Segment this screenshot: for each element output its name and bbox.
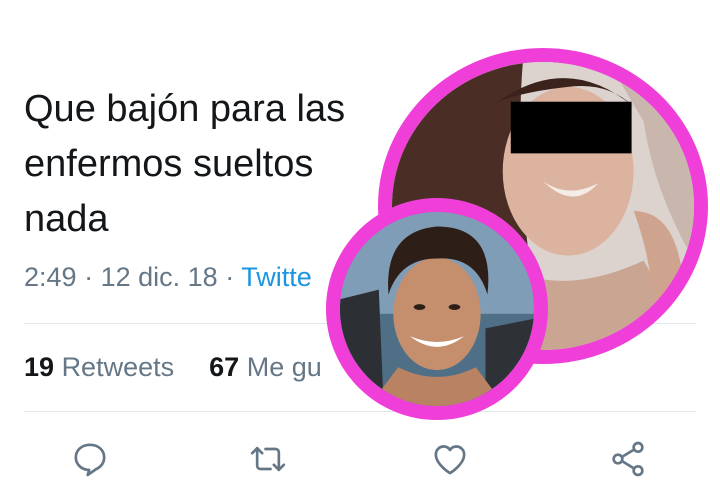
tweet-meta: 2:49 · 12 dic. 18 · Twitte — [24, 262, 312, 293]
tweet-text-line: nada — [24, 198, 109, 240]
tweet-text: Que bajón para las enfermos sueltos nada — [24, 82, 404, 247]
tweet-source-link[interactable]: Twitte — [241, 262, 312, 292]
man-photo-image — [340, 212, 534, 406]
share-button[interactable] — [606, 437, 650, 481]
retweets-count: 19 — [24, 352, 55, 382]
retweet-icon — [250, 446, 286, 472]
meta-separator: · — [84, 262, 101, 292]
retweets-stat[interactable]: 19 Retweets — [24, 352, 182, 382]
retweets-label: Retweets — [61, 352, 175, 382]
reply-button[interactable] — [68, 437, 112, 481]
share-icon — [612, 441, 644, 477]
retweet-button[interactable] — [246, 437, 290, 481]
tweet-date: 12 dic. 18 — [100, 262, 218, 292]
like-button[interactable] — [428, 437, 472, 481]
tweet-time: 2:49 — [24, 262, 77, 292]
overlay-photo-man — [326, 198, 548, 420]
like-icon — [434, 445, 466, 475]
reply-icon — [74, 443, 106, 477]
divider — [24, 411, 696, 412]
tweet-text-line: Que bajón para las — [24, 88, 346, 130]
meta-separator: · — [225, 262, 242, 292]
likes-count: 67 — [209, 352, 240, 382]
likes-stat[interactable]: 67 Me gu — [209, 352, 322, 382]
tweet-text-line: enfermos sueltos — [24, 143, 314, 185]
likes-label: Me gu — [246, 352, 322, 382]
tweet-stats: 19 Retweets 67 Me gu — [24, 352, 322, 383]
